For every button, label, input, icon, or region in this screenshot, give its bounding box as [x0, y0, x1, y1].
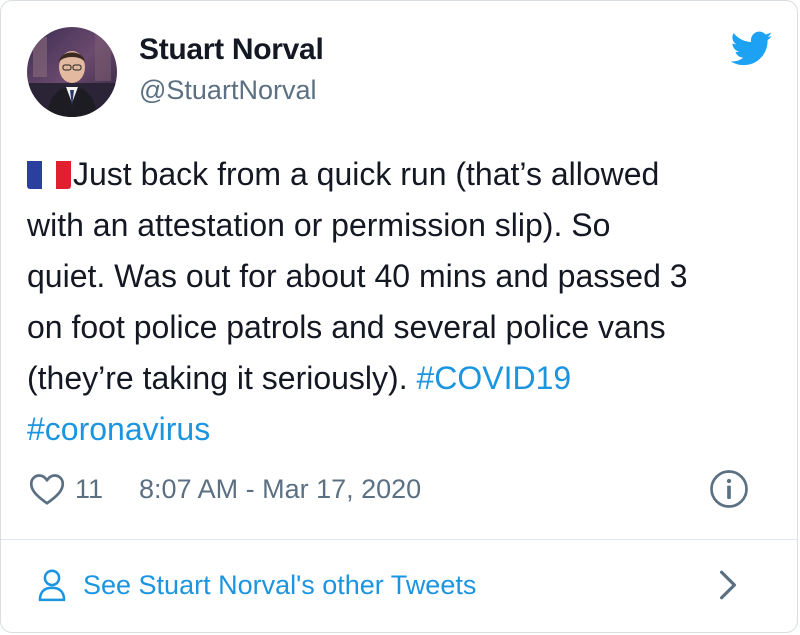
tweet-header: Stuart Norval @StuartNorval — [25, 25, 773, 121]
author-handle[interactable]: @StuartNorval — [139, 75, 316, 106]
twitter-bird-icon[interactable] — [731, 31, 773, 67]
like-count[interactable]: 11 — [75, 474, 103, 505]
tweet-line: quiet. Was out for about 40 mins and pas… — [27, 258, 688, 294]
tweet-line-text: Just back from a quick run (that’s allow… — [73, 156, 660, 192]
tweet-line: #coronavirus — [27, 404, 777, 455]
see-other-tweets-label[interactable]: See Stuart Norval's other Tweets — [83, 570, 476, 601]
tweet-line: with an attestation or permission slip).… — [27, 207, 611, 243]
see-other-tweets-link[interactable]: See Stuart Norval's other Tweets — [37, 561, 476, 609]
hashtag-link[interactable]: #coronavirus — [27, 411, 210, 447]
tweet-card: Stuart Norval @StuartNorval Just back fr… — [0, 0, 798, 633]
divider — [1, 539, 797, 540]
avatar[interactable] — [27, 27, 117, 117]
person-icon — [38, 569, 66, 602]
heart-icon[interactable] — [29, 472, 65, 506]
tweet-line: Just back from a quick run (that’s allow… — [27, 149, 777, 200]
tweet-meta: 11 8:07 AM - Mar 17, 2020 — [29, 467, 421, 511]
profile-photo-icon — [27, 27, 117, 117]
info-icon[interactable] — [709, 469, 749, 509]
tweet-timestamp[interactable]: 8:07 AM - Mar 17, 2020 — [139, 474, 421, 505]
hashtag-link[interactable]: #COVID19 — [416, 360, 571, 396]
chevron-right-icon[interactable] — [717, 569, 739, 601]
tweet-line: on foot police patrols and several polic… — [27, 309, 666, 345]
tweet-text: Just back from a quick run (that’s allow… — [27, 149, 777, 455]
flag-france-icon — [27, 157, 71, 189]
author-name[interactable]: Stuart Norval — [139, 33, 324, 67]
tweet-line-text: (they’re taking it seriously). — [27, 360, 417, 396]
tweet-line: (they’re taking it seriously). #COVID19 — [27, 353, 777, 404]
